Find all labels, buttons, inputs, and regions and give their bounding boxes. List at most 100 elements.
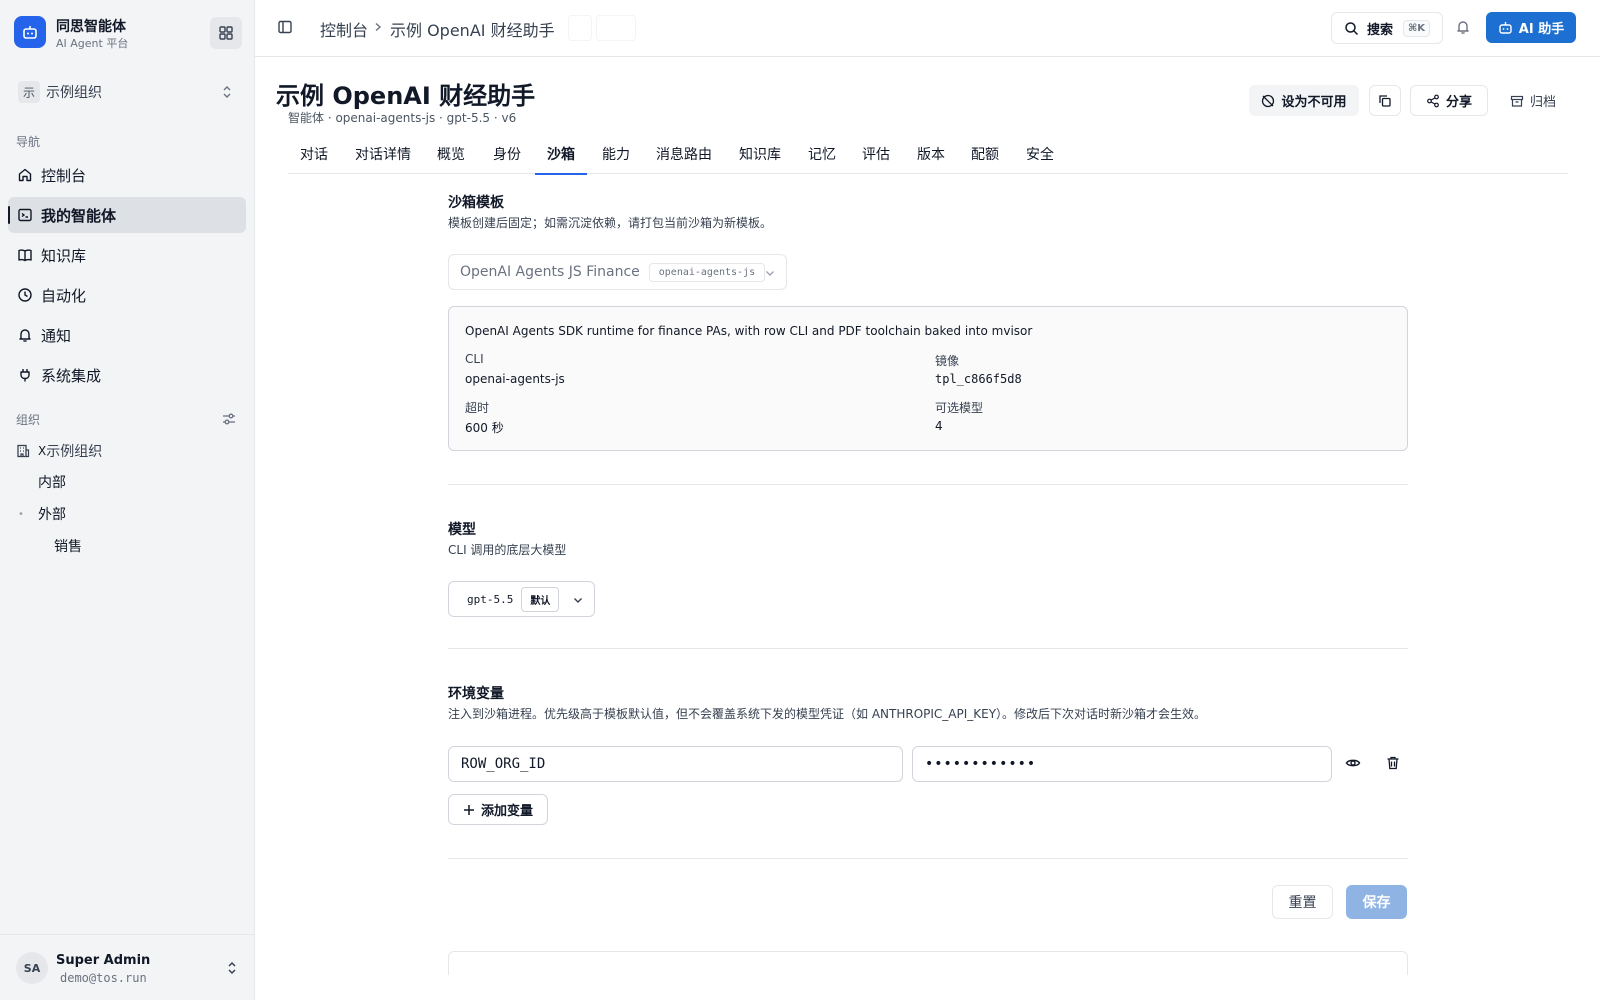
ai-assistant-button[interactable]: AI 助手: [1486, 12, 1576, 43]
tab-security[interactable]: 安全: [1026, 144, 1054, 174]
add-variable-label: 添加变量: [480, 804, 533, 819]
grid-icon: [219, 26, 233, 40]
sidebar-item-dashboard[interactable]: 控制台: [8, 157, 246, 193]
avatar: SA: [16, 952, 48, 984]
trash-icon[interactable]: [1385, 755, 1401, 771]
template-select[interactable]: OpenAI Agents JS Finance openai-agents-j…: [448, 254, 787, 290]
sidebar-item-label: 我的智能体: [41, 206, 117, 225]
page-title: 示例 OpenAI 财经助手: [276, 76, 598, 111]
tab-capabilities[interactable]: 能力: [602, 144, 630, 174]
eye-icon[interactable]: [1345, 755, 1361, 771]
home-icon: [17, 167, 33, 183]
org-chip: 示: [18, 81, 40, 103]
env-key-input[interactable]: ROW_ORG_ID: [448, 746, 903, 782]
breadcrumb-current: 示例 OpenAI 财经助手: [390, 21, 555, 40]
sidebar-item-integrations[interactable]: 系统集成: [8, 357, 246, 393]
section-divider: [448, 858, 1408, 859]
bell-icon[interactable]: [1455, 19, 1471, 35]
plug-icon: [17, 367, 33, 383]
tab-sandbox[interactable]: 沙箱: [535, 144, 587, 175]
chevron-down-icon: [574, 598, 582, 603]
scroll-fade: [255, 975, 1600, 1000]
user-email: demo@tos.run: [60, 971, 147, 985]
env-title: 环境变量: [448, 686, 504, 702]
org-tree-label: 外部: [38, 507, 66, 523]
add-variable-button[interactable]: 添加变量: [448, 794, 548, 825]
org-tree-item-external[interactable]: • 外部: [18, 504, 66, 524]
org-switcher[interactable]: 示 示例组织: [8, 74, 246, 110]
app-grid-button[interactable]: [210, 17, 242, 49]
tab-memory[interactable]: 记忆: [808, 144, 836, 174]
reset-button[interactable]: 重置: [1272, 885, 1333, 919]
sidebar-item-label: 控制台: [41, 166, 87, 185]
share-icon: [1427, 94, 1439, 107]
power-off-icon: [1262, 94, 1275, 107]
chevron-updown-icon: [228, 961, 236, 975]
tree-bullet-icon: •: [18, 508, 24, 520]
tab-bar: 对话 对话详情 概览 身份 沙箱 能力 消息路由 知识库 记忆 评估 版本 配额…: [288, 140, 1568, 175]
tab-overview[interactable]: 概览: [437, 144, 465, 174]
archive-button[interactable]: 归档: [1498, 85, 1568, 116]
save-button[interactable]: 保存: [1346, 885, 1407, 919]
building-icon: [17, 444, 30, 458]
disable-button[interactable]: 设为不可用: [1249, 85, 1359, 116]
sidebar-item-knowledge[interactable]: 知识库: [8, 237, 246, 273]
tab-quota[interactable]: 配额: [971, 144, 999, 174]
brand-subtitle: AI Agent 平台: [56, 37, 129, 50]
org-tree-root[interactable]: X 示例组织: [16, 441, 102, 461]
duplicate-button[interactable]: [1369, 85, 1401, 116]
model-select[interactable]: gpt-5.5 默认: [448, 581, 595, 617]
tab-identity[interactable]: 身份: [493, 144, 521, 174]
chevron-right-icon: [375, 22, 382, 32]
org-tree-label: 销售: [54, 539, 82, 555]
filter-settings-icon[interactable]: [222, 412, 236, 426]
bell-icon: [17, 327, 33, 343]
share-button[interactable]: 分享: [1410, 85, 1488, 116]
model-desc: CLI 调用的底层大模型: [448, 543, 567, 557]
brand-title: 同思智能体: [56, 19, 126, 35]
page-subtitle: 智能体 · openai-agents-js · gpt-5.5 · v6: [288, 111, 517, 125]
model-select-value: gpt-5.5: [467, 592, 514, 606]
org-switcher-name: 示例组织: [46, 85, 102, 101]
org-tree-item-sales[interactable]: 销售: [54, 536, 82, 556]
plus-icon: [463, 804, 474, 815]
robot-logo-icon: [14, 16, 46, 48]
search-button[interactable]: 搜索 ⌘K: [1331, 12, 1443, 44]
tab-message-routing[interactable]: 消息路由: [656, 144, 712, 174]
default-badge: 默认: [521, 586, 560, 612]
chevron-updown-icon: [223, 86, 231, 98]
disable-label: 设为不可用: [1281, 95, 1347, 110]
template-description: OpenAI Agents SDK runtime for finance PA…: [465, 324, 1033, 338]
cli-label: CLI: [465, 352, 484, 366]
archive-label: 归档: [1529, 95, 1556, 110]
template-tag: openai-agents-js: [648, 262, 766, 282]
sidebar-item-label: 自动化: [41, 286, 87, 305]
book-icon: [17, 247, 33, 263]
tab-evaluation[interactable]: 评估: [862, 144, 890, 174]
org-tree-root-prefix: X: [38, 444, 47, 458]
search-shortcut: ⌘K: [1403, 19, 1431, 37]
user-menu[interactable]: SA Super Admin demo@tos.run: [0, 934, 255, 1000]
nav-section-label: 导航: [16, 135, 41, 149]
org-tree-item-internal[interactable]: 内部: [38, 472, 66, 492]
tab-versions[interactable]: 版本: [917, 144, 945, 174]
env-value-input[interactable]: ••••••••••••: [912, 746, 1332, 782]
robot-icon: [1499, 22, 1512, 34]
sidebar-item-label: 通知: [41, 326, 72, 345]
org-section-label: 组织: [16, 413, 41, 427]
image-value: tpl_c866f5d8: [935, 372, 1022, 386]
org-tree-label: 内部: [38, 475, 66, 491]
sidebar-item-automation[interactable]: 自动化: [8, 277, 246, 313]
clock-icon: [17, 287, 33, 303]
share-label: 分享: [1445, 95, 1472, 110]
brand: 同思智能体 AI Agent 平台: [14, 16, 242, 50]
breadcrumb-home[interactable]: 控制台: [320, 17, 368, 41]
tab-knowledge[interactable]: 知识库: [739, 144, 781, 174]
tab-chat[interactable]: 对话: [300, 144, 328, 174]
sidebar-toggle-icon[interactable]: [277, 19, 293, 35]
tab-chat-details[interactable]: 对话详情: [355, 144, 411, 174]
models-value: 4: [935, 419, 943, 433]
sidebar: 同思智能体 AI Agent 平台 示 示例组织 导航 控制台 我的智能体 知识…: [0, 0, 255, 1000]
sidebar-item-notifications[interactable]: 通知: [8, 317, 246, 353]
sidebar-item-my-agents[interactable]: 我的智能体: [8, 197, 246, 233]
